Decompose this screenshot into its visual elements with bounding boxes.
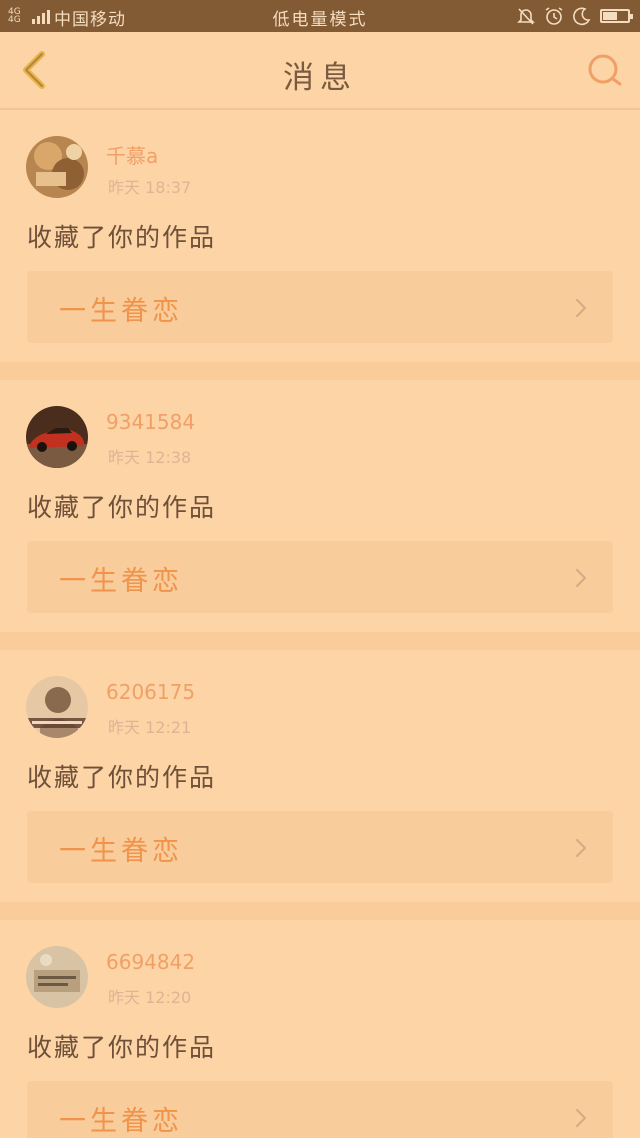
avatar[interactable] [26, 136, 88, 198]
avatar[interactable] [26, 406, 88, 468]
chevron-right-icon [575, 298, 587, 318]
battery-level [603, 12, 618, 20]
work-link[interactable]: 一生眷恋 [27, 541, 613, 613]
status-icons [516, 6, 633, 26]
timestamp: 昨天 12:21 [108, 718, 192, 737]
username[interactable]: 9341584 [106, 410, 195, 434]
status-bar: 4G 4G 中国移动 低电量模式 [0, 0, 640, 32]
avatar[interactable] [26, 676, 88, 738]
page-title: 消息 [283, 60, 357, 96]
action-text: 收藏了你的作品 [27, 763, 217, 792]
timestamp: 昨天 12:38 [108, 448, 192, 467]
action-text: 收藏了你的作品 [27, 223, 217, 252]
divider [0, 632, 640, 650]
divider [0, 902, 640, 920]
work-link[interactable]: 一生眷恋 [27, 1081, 613, 1138]
work-title: 一生眷恋 [59, 566, 183, 597]
action-text: 收藏了你的作品 [27, 493, 217, 522]
work-title: 一生眷恋 [59, 1106, 183, 1137]
work-title: 一生眷恋 [59, 836, 183, 867]
work-title: 一生眷恋 [59, 296, 183, 327]
screen: 4G 4G 中国移动 低电量模式 消息 千慕a 昨天 18:37 收藏了你的作品… [0, 0, 640, 1138]
moon-icon [573, 7, 591, 26]
message-item[interactable]: 9341584 昨天 12:38 收藏了你的作品 一生眷恋 [0, 380, 640, 632]
username[interactable]: 千慕a [106, 140, 158, 169]
message-list: 千慕a 昨天 18:37 收藏了你的作品 一生眷恋 9341584 昨天 12:… [0, 110, 640, 1138]
bell-muted-icon [517, 8, 535, 25]
chevron-right-icon [575, 838, 587, 858]
username[interactable]: 6206175 [106, 680, 195, 704]
header: 消息 [0, 32, 640, 110]
username[interactable]: 6694842 [106, 950, 195, 974]
timestamp: 昨天 12:20 [108, 988, 192, 1007]
message-item[interactable]: 6694842 昨天 12:20 收藏了你的作品 一生眷恋 [0, 920, 640, 1138]
divider [0, 362, 640, 380]
avatar[interactable] [26, 946, 88, 1008]
message-item[interactable]: 6206175 昨天 12:21 收藏了你的作品 一生眷恋 [0, 650, 640, 902]
chevron-right-icon [575, 568, 587, 588]
message-item[interactable]: 千慕a 昨天 18:37 收藏了你的作品 一生眷恋 [0, 110, 640, 362]
work-link[interactable]: 一生眷恋 [27, 271, 613, 343]
action-text: 收藏了你的作品 [27, 1033, 217, 1062]
search-icon[interactable] [586, 52, 624, 90]
battery-icon [600, 9, 633, 23]
alarm-icon [545, 7, 563, 25]
chevron-right-icon [575, 1108, 587, 1128]
timestamp: 昨天 18:37 [108, 178, 192, 197]
work-link[interactable]: 一生眷恋 [27, 811, 613, 883]
